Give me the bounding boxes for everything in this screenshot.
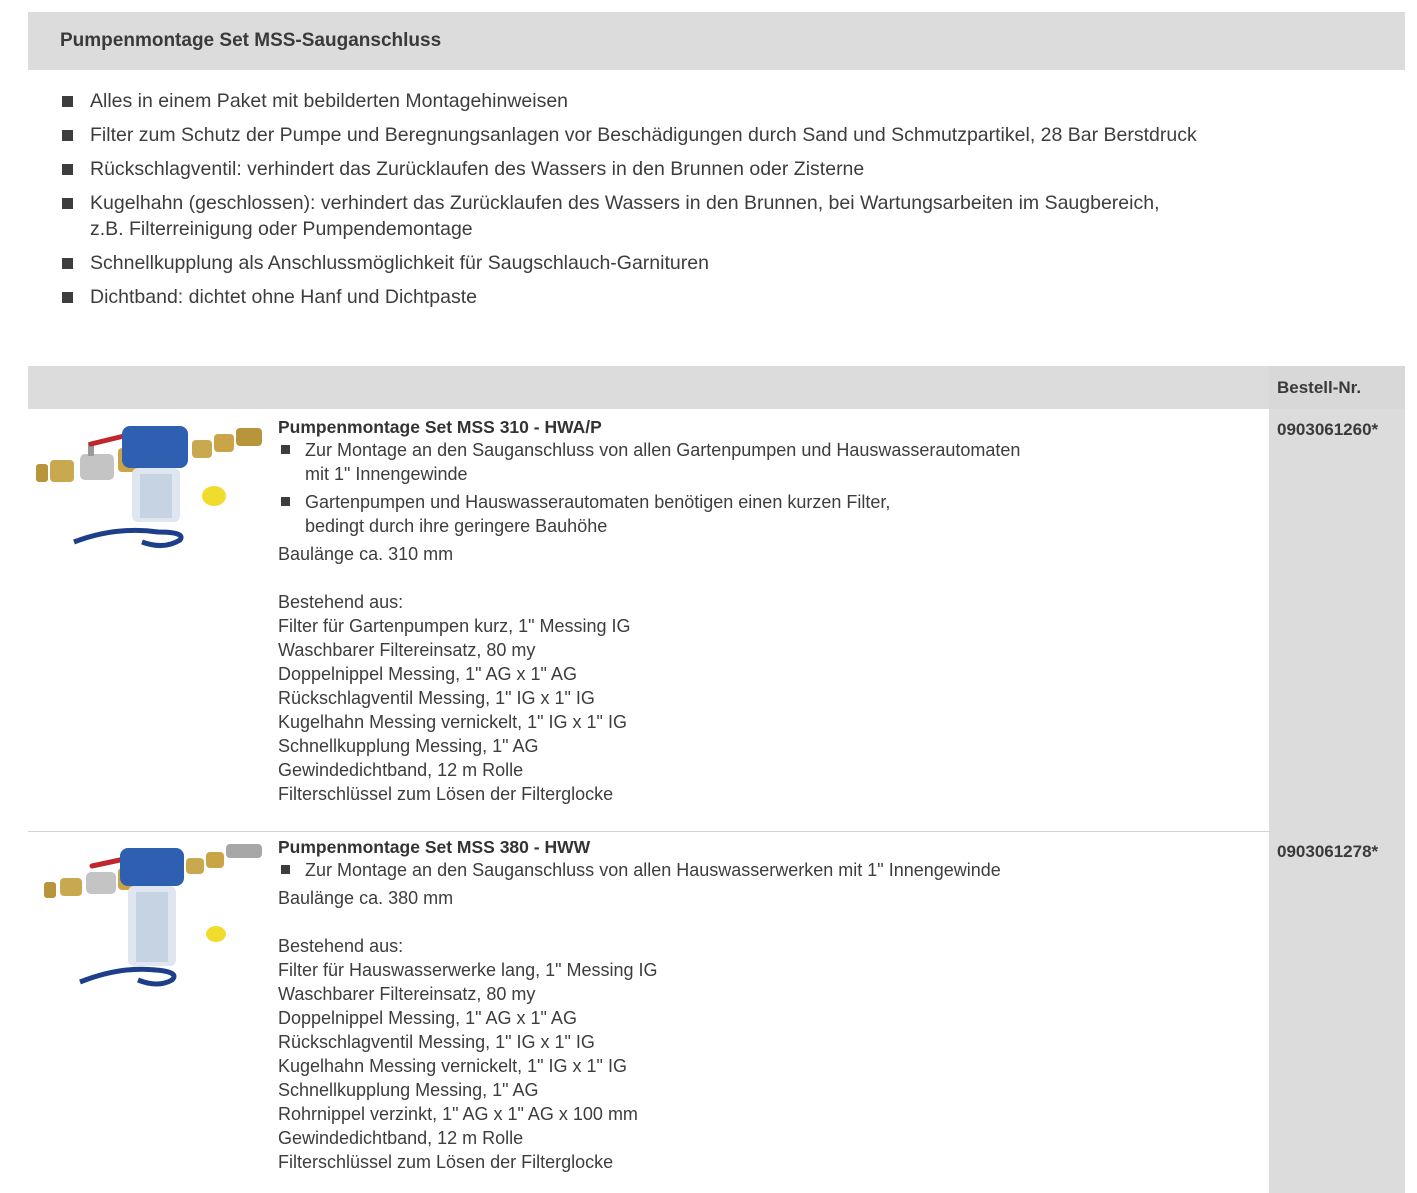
component-item: Waschbarer Filtereinsatz, 80 my [278,640,536,660]
order-number-column [1269,409,1405,1193]
component-item: Filterschlüssel zum Lösen der Filtergloc… [278,1152,614,1172]
bullet-square-icon [62,292,73,303]
feature-item: Kugelhahn (geschlossen): verhindert das … [60,190,1390,242]
product-mss-380: Pumpenmontage Set MSS 380 - HWW Zur Mont… [278,836,1258,1174]
feature-list: Alles in einem Paket mit bebilderten Mon… [60,88,1390,318]
component-item: Doppelnippel Messing, 1" AG x 1" AG [278,664,577,684]
feature-item: Schnellkupplung als Anschlussmöglichkeit… [60,250,1390,276]
component-item: Rohrnippel verzinkt, 1" AG x 1" AG x 100… [278,1104,638,1124]
product-name: Pumpenmontage Set MSS 380 - HWW [278,837,591,857]
consists-label: Bestehend aus: [278,936,404,956]
order-number-header: Bestell-Nr. [1269,366,1405,409]
component-item: Filter für Hauswasserwerke lang, 1" Mess… [278,960,658,980]
feature-item: Rückschlagventil: verhindert das Zurückl… [60,156,1390,182]
product-image-mss-310 [36,426,262,548]
feature-item: Alles in einem Paket mit bebilderten Mon… [60,88,1390,114]
product-bullet: Zur Montage an den Sauganschluss von all… [278,858,1258,882]
product-bullets: Zur Montage an den Sauganschluss von all… [278,858,1258,882]
product-length: Baulänge ca. 380 mm [278,888,454,908]
order-number: 0903061278* [1277,842,1379,861]
component-item: Doppelnippel Messing, 1" AG x 1" AG [278,1008,577,1028]
component-item: Kugelhahn Messing vernickelt, 1" IG x 1"… [278,1056,627,1076]
product-bullet: Zur Montage an den Sauganschluss von all… [278,438,1258,486]
product-image-mss-380 [44,844,262,987]
row-divider [28,831,1269,832]
component-item: Schnellkupplung Messing, 1" AG [278,736,539,756]
bullet-square-icon [281,497,290,506]
table-header [28,366,1405,409]
feature-item: Filter zum Schutz der Pumpe und Beregnun… [60,122,1390,148]
product-mss-310: Pumpenmontage Set MSS 310 - HWA/P Zur Mo… [278,416,1258,806]
bullet-square-icon [62,198,73,209]
component-item: Rückschlagventil Messing, 1" IG x 1" IG [278,688,595,708]
component-item: Gewindedichtband, 12 m Rolle [278,1128,524,1148]
product-length: Baulänge ca. 310 mm [278,544,454,564]
product-bullet: Gartenpumpen und Hauswasserautomaten ben… [278,490,1258,538]
component-item: Filterschlüssel zum Lösen der Filtergloc… [278,784,614,804]
section-title: Pumpenmontage Set MSS-Sauganschluss [60,30,442,51]
feature-item: Dichtband: dichtet ohne Hanf und Dichtpa… [60,284,1390,310]
product-bullets: Zur Montage an den Sauganschluss von all… [278,438,1258,538]
bullet-square-icon [62,130,73,141]
component-item: Rückschlagventil Messing, 1" IG x 1" IG [278,1032,595,1052]
bullet-square-icon [281,445,290,454]
component-item: Waschbarer Filtereinsatz, 80 my [278,984,536,1004]
consists-label: Bestehend aus: [278,592,404,612]
component-item: Schnellkupplung Messing, 1" AG [278,1080,539,1100]
bullet-square-icon [62,164,73,175]
section-header: Pumpenmontage Set MSS-Sauganschluss [28,12,1405,70]
component-item: Gewindedichtband, 12 m Rolle [278,760,524,780]
component-item: Filter für Gartenpumpen kurz, 1" Messing… [278,616,631,636]
component-item: Kugelhahn Messing vernickelt, 1" IG x 1"… [278,712,627,732]
product-name: Pumpenmontage Set MSS 310 - HWA/P [278,417,602,437]
bullet-square-icon [281,865,290,874]
bullet-square-icon [62,96,73,107]
order-number: 0903061260* [1277,420,1379,439]
bullet-square-icon [62,258,73,269]
